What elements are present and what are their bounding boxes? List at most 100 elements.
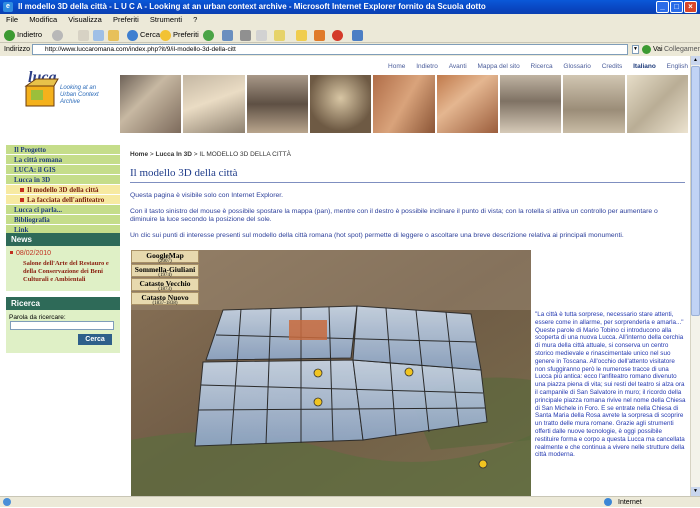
menu-visualizza[interactable]: Visualizza [68,15,102,24]
news-date: 08/02/2010 [16,250,52,257]
ie-icon: e [3,2,13,12]
breadcrumb-home[interactable]: Home [130,151,148,158]
scroll-down-icon[interactable]: ▼ [691,487,700,496]
browser-toolbar: Indietro Cerca Preferiti [0,26,700,43]
refresh-button[interactable] [93,28,106,41]
toplink-english[interactable]: English [667,63,688,70]
page-viewport: luca Looking at an Urban Context Archive… [0,56,690,496]
toplink-credits[interactable]: Credits [602,63,623,70]
nav-item-bibliografia[interactable]: Bibliografia [6,215,120,225]
news-link[interactable]: Salone dell'Arte del Restauro e della Co… [23,260,115,284]
nav-item-lucca-3d[interactable]: Lucca in 3D [6,175,120,185]
hotspot-4 [478,459,488,469]
breadcrumb: Home > Lucca In 3D > IL MODELLO 3D DELLA… [130,151,291,158]
maximize-button[interactable]: □ [670,1,683,13]
nav-subitem-facciata[interactable]: La facciata dell'anfiteatro [6,195,120,205]
search-submit-button[interactable]: Cerca [78,334,112,345]
print-button[interactable] [240,28,253,41]
mail-button[interactable] [222,28,235,41]
tools-button[interactable] [352,28,365,41]
roman-grid [194,305,488,447]
news-box: News 08/02/2010 Salone dell'Arte del Res… [6,233,120,291]
links-label[interactable]: Collegamenti [664,43,700,56]
folder-button[interactable] [296,28,309,41]
photo-4 [309,75,372,133]
nav-subitem-modello-3d[interactable]: Il modello 3D della città [6,185,120,195]
toplink-avanti[interactable]: Avanti [449,63,467,70]
folder-icon [296,29,307,41]
address-dropdown-icon[interactable]: ▼ [632,45,639,54]
photo-5 [373,75,435,133]
toplink-home[interactable]: Home [388,63,405,70]
hotspot-1 [313,368,323,378]
layer-sommella-button[interactable]: Sommella-Giuliani (1974) [131,264,199,278]
search-label: Parola da ricercare: [9,314,66,321]
nav-item-progetto[interactable]: Il Progetto [6,145,120,155]
nav-item-lucca-parla[interactable]: Lucca ci parla... [6,205,120,215]
search-button[interactable]: Cerca [127,28,160,41]
tools-icon [352,29,363,41]
stop-button[interactable] [78,28,91,41]
title-divider [130,182,685,183]
search-icon [127,29,138,41]
layer-googlemap-button[interactable]: GoogleMap (2007) [131,250,199,264]
toplink-indietro[interactable]: Indietro [416,63,438,70]
print-icon [240,29,251,41]
city-3d-model-viewer[interactable]: GoogleMap (2007) Sommella-Giuliani (1974) … [131,250,531,496]
toplink-glossario[interactable]: Glossario [563,63,590,70]
photo-7 [499,75,562,133]
edit-button[interactable] [256,28,269,41]
scroll-up-icon[interactable]: ▲ [691,56,700,65]
media-button[interactable] [203,28,216,41]
zone-label: Internet [618,499,642,506]
forward-button[interactable] [52,28,65,41]
map-layer-buttons: GoogleMap (2007) Sommella-Giuliani (1974) … [131,250,199,306]
favorites-button[interactable]: Preferiti [160,28,199,41]
toplink-mappa[interactable]: Mappa del sito [477,63,519,70]
menu-preferiti[interactable]: Preferiti [113,15,139,24]
nav-item-citta-romana[interactable]: La città romana [6,155,120,165]
close-button[interactable]: × [684,1,697,13]
stop-icon [78,29,89,41]
layer-catasto-vecchio-button[interactable]: Catasto Vecchio (1873) [131,278,199,292]
menu-strumenti[interactable]: Strumenti [150,15,182,24]
menu-help[interactable]: ? [193,15,197,24]
toplink-ricerca[interactable]: Ricerca [531,63,553,70]
nav-item-gis[interactable]: LUCA: il GIS [6,165,120,175]
photo-9 [626,75,688,133]
go-button[interactable]: Vai [642,43,663,56]
minimize-button[interactable]: _ [656,1,669,13]
news-heading: News [6,233,120,246]
photo-3 [246,75,308,133]
url-input[interactable]: http://www.luccaromana.com/index.php?it/… [32,44,628,55]
back-button[interactable]: Indietro [4,28,42,41]
page-title: Il modello 3D della città [130,167,238,179]
scrollbar-thumb[interactable] [691,66,700,316]
hotspot-paragraph: Un clic sui punti di interesse presenti … [130,232,624,239]
vertical-scrollbar[interactable]: ▲ ▼ [690,56,700,496]
bullet-icon [20,198,24,203]
research-button[interactable] [332,28,345,41]
logo-tagline: Looking at an Urban Context Archive [60,85,99,105]
toplink-italiano[interactable]: Italiano [633,63,656,70]
address-label: Indirizzo [4,46,31,53]
go-arrow-icon [642,44,651,54]
messenger-button[interactable] [314,28,327,41]
breadcrumb-section[interactable]: Lucca In 3D [155,151,191,158]
search-heading: Ricerca [6,297,120,310]
intro-paragraph: Questa pagina è visibile solo con Intern… [130,192,284,199]
top-navigation: Home Indietro Avanti Mappa del sito Rice… [120,63,688,73]
home-button[interactable] [108,28,121,41]
zone-globe-icon [604,497,614,508]
hotspot-3 [404,367,414,377]
menu-file[interactable]: File [6,15,18,24]
bullet-icon [20,188,24,193]
menu-modifica[interactable]: Modifica [29,15,57,24]
search-input[interactable] [10,321,114,330]
address-bar: Indirizzo http://www.luccaromana.com/ind… [0,43,700,56]
window-title: Il modello 3D della città - L U C A - Lo… [18,2,486,11]
discuss-button[interactable] [274,28,287,41]
hotspot-2 [313,397,323,407]
controls-paragraph: Con il tasto sinistro del mouse è possib… [130,208,658,223]
layer-catasto-nuovo-button[interactable]: Catasto Nuovo (1837-1838) [131,292,199,306]
